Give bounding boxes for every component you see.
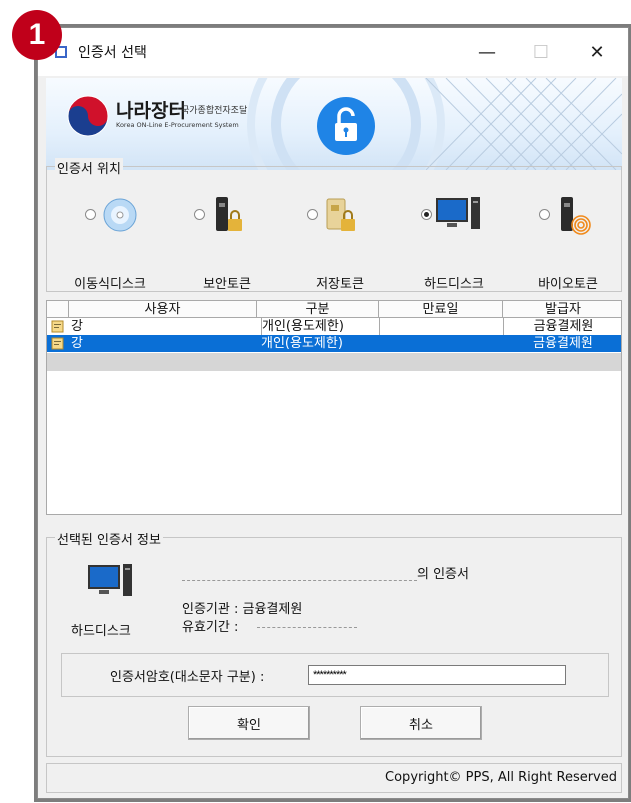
- location-label-hard-disk: 하드디스크: [424, 277, 484, 292]
- taegeuk-logo-icon: [67, 95, 109, 137]
- storage-token-icon: [326, 198, 355, 231]
- selected-cert-info-label: 선택된 인증서 정보: [55, 529, 163, 548]
- hard-disk-computer-icon: [436, 197, 480, 229]
- radio-hard-disk[interactable]: [421, 209, 432, 220]
- maximize-icon: ☐: [532, 41, 550, 63]
- step-badge: 1: [12, 10, 62, 60]
- logo-subtext: 국가종합전자조달: [181, 106, 248, 116]
- certificate-table[interactable]: 사용자 구분 만료일 발급자 강 개인(용도제한) 금융결제원 강 개인(용도제…: [46, 300, 622, 515]
- unlock-icon: [317, 97, 375, 155]
- location-label-bio-token: 바이오토큰: [538, 277, 598, 292]
- cell-type: 개인(용도제한): [261, 336, 343, 351]
- copyright-text: Copyright© PPS, All Right Reserved: [385, 770, 617, 785]
- cell-issuer: 금융결제원: [503, 318, 621, 335]
- radio-storage-token[interactable]: [307, 209, 318, 220]
- issuer-line: 인증기관 : 금융결제원: [182, 602, 303, 617]
- confirm-button[interactable]: 확인: [188, 706, 310, 740]
- cd-disk-icon: [103, 198, 137, 232]
- location-option-hard-disk[interactable]: 하드디스크: [399, 195, 509, 295]
- radio-bio-token[interactable]: [539, 209, 550, 220]
- close-icon: ✕: [589, 41, 605, 63]
- cell-expiry: [379, 335, 503, 352]
- owner-name-redacted: [182, 568, 417, 581]
- list-empty-area: [47, 353, 621, 371]
- cert-location-label: 인증서 위치: [55, 158, 123, 177]
- window-title: 인증서 선택: [78, 45, 147, 61]
- certificate-icon: [51, 318, 67, 335]
- bio-token-icon: [561, 197, 591, 235]
- column-header-type[interactable]: 구분: [257, 301, 379, 318]
- column-header-icon: [47, 301, 69, 318]
- validity-label: 유효기간 :: [182, 620, 239, 635]
- banner: 나라장터 국가종합전자조달 Korea ON-Line E-Procuremen…: [46, 78, 622, 170]
- password-label: 인증서암호(대소문자 구분) :: [110, 670, 265, 685]
- radio-removable-disk[interactable]: [85, 209, 96, 220]
- table-row[interactable]: 강 개인(용도제한) 금융결제원: [47, 318, 621, 335]
- column-header-expiry[interactable]: 만료일: [379, 301, 503, 318]
- minimize-icon: —: [478, 41, 496, 63]
- location-option-security-token[interactable]: 보안토큰: [172, 195, 282, 295]
- selected-cert-info-group: 선택된 인증서 정보 하드디스크 의 인증서 인증기관 : 금융결제원 유효기간…: [46, 529, 622, 757]
- cell-issuer: 금융결제원: [533, 336, 593, 351]
- owner-suffix: 의 인증서: [417, 567, 469, 582]
- title-bar: 인증서 선택 — ☐ ✕: [38, 28, 628, 76]
- logo-english: Korea ON-Line E-Procurement System: [116, 121, 239, 129]
- cert-location-group: 인증서 위치 이동식디스크 보안토큰 저장토큰 하드디스크 바이오토큰: [46, 158, 623, 295]
- maximize-button[interactable]: ☐: [518, 34, 564, 70]
- certificate-dialog: 인증서 선택 — ☐ ✕ 나라장터 국가종합전자조달 Korea ON-Line…: [37, 27, 629, 799]
- status-bar: Copyright© PPS, All Right Reserved: [46, 763, 622, 793]
- location-label-removable-disk: 이동식디스크: [74, 277, 146, 292]
- location-label-storage-token: 저장토큰: [316, 277, 364, 292]
- logo-text: 나라장터: [116, 101, 186, 122]
- certificate-icon: [51, 335, 67, 352]
- cancel-button[interactable]: 취소: [360, 706, 482, 740]
- validity-redacted: [257, 626, 357, 628]
- location-option-storage-token[interactable]: 저장토큰: [285, 195, 395, 295]
- selected-device-label: 하드디스크: [71, 624, 131, 639]
- hard-disk-computer-icon: [88, 564, 132, 596]
- cell-type: 개인(용도제한): [261, 318, 379, 335]
- security-token-icon: [216, 197, 242, 231]
- password-input[interactable]: [308, 665, 566, 685]
- cell-user: 강: [71, 336, 83, 351]
- column-header-issuer[interactable]: 발급자: [503, 301, 621, 318]
- table-row-selected[interactable]: 강 개인(용도제한) 금융결제원: [47, 335, 621, 352]
- location-option-bio-token[interactable]: 바이오토큰: [513, 195, 623, 295]
- cell-expiry: [379, 318, 503, 335]
- cell-user: 강: [71, 319, 83, 334]
- location-label-security-token: 보안토큰: [203, 277, 251, 292]
- minimize-button[interactable]: —: [464, 34, 510, 70]
- close-button[interactable]: ✕: [574, 34, 620, 70]
- column-header-user[interactable]: 사용자: [69, 301, 257, 318]
- radio-security-token[interactable]: [194, 209, 205, 220]
- location-option-removable-disk[interactable]: 이동식디스크: [55, 195, 165, 295]
